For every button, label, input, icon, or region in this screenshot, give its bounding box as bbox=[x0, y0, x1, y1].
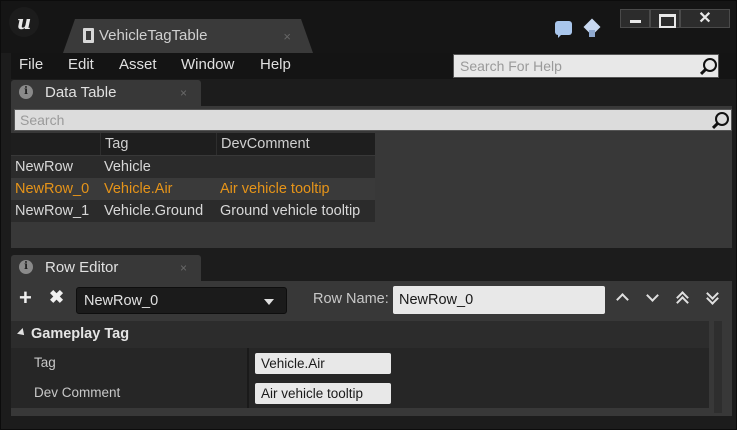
menu-file[interactable]: File bbox=[19, 56, 43, 73]
learn-tutorial-icon[interactable] bbox=[584, 19, 606, 37]
table-cell-tag: Vehicle.Air bbox=[104, 181, 173, 197]
unreal-logo-icon[interactable]: u bbox=[9, 7, 39, 37]
table-row-selected[interactable]: NewRow_0 Vehicle.Air Air vehicle tooltip bbox=[11, 178, 375, 200]
table-cell-row-name: NewRow_0 bbox=[15, 181, 90, 197]
property-scrollbar[interactable] bbox=[714, 321, 722, 413]
category-label: Gameplay Tag bbox=[31, 326, 130, 342]
property-row-tag: Tag bbox=[11, 348, 709, 378]
data-table-search-box bbox=[14, 109, 732, 131]
property-label: Tag bbox=[34, 355, 56, 370]
document-tab[interactable]: VehicleTagTable × bbox=[63, 19, 313, 53]
table-cell-row-name: NewRow_1 bbox=[15, 203, 90, 219]
collapse-arrow-icon bbox=[17, 328, 27, 338]
table-cell-tag: Vehicle bbox=[104, 159, 151, 175]
tab-row-editor-close-icon[interactable]: × bbox=[180, 261, 187, 275]
minimize-button[interactable] bbox=[620, 9, 650, 28]
table-cell-devcomment: Ground vehicle tooltip bbox=[220, 203, 361, 219]
tab-data-table-label: Data Table bbox=[45, 84, 117, 101]
row-name-label: Row Name: bbox=[313, 291, 389, 307]
move-row-top-button[interactable] bbox=[675, 290, 691, 309]
chevron-down-icon bbox=[264, 299, 274, 305]
table-cell-tag: Vehicle.Ground bbox=[104, 203, 204, 219]
tab-row-editor-label: Row Editor bbox=[45, 259, 119, 276]
menu-help[interactable]: Help bbox=[260, 56, 291, 73]
column-header-devcomment[interactable]: DevComment bbox=[216, 133, 375, 155]
row-editor-toolbar: + ✖ NewRow_0 Row Name: bbox=[11, 281, 732, 317]
move-row-down-button[interactable] bbox=[645, 289, 661, 306]
document-tab-label: VehicleTagTable bbox=[99, 27, 208, 44]
close-window-button[interactable]: ✕ bbox=[680, 9, 730, 28]
table-cell-devcomment: Air vehicle tooltip bbox=[220, 181, 330, 197]
tab-data-table-close-icon[interactable]: × bbox=[180, 86, 187, 100]
category-gameplay-tag[interactable]: Gameplay Tag bbox=[11, 321, 709, 348]
property-label: Dev Comment bbox=[34, 385, 121, 400]
row-select-value: NewRow_0 bbox=[84, 293, 159, 309]
title-bar[interactable]: u VehicleTagTable × ✕ bbox=[1, 1, 736, 53]
row-editor-panel: + ✖ NewRow_0 Row Name: Gameplay Tag Tag bbox=[11, 281, 732, 416]
property-row-dev-comment: Dev Comment bbox=[11, 378, 709, 408]
column-splitter[interactable] bbox=[247, 378, 249, 408]
move-row-up-button[interactable] bbox=[615, 290, 631, 306]
datatable-asset-icon bbox=[83, 28, 94, 43]
feedback-chat-icon[interactable] bbox=[555, 21, 572, 38]
column-header-row-name[interactable] bbox=[11, 133, 100, 155]
info-icon: i bbox=[19, 260, 33, 274]
menu-window[interactable]: Window bbox=[181, 56, 234, 73]
row-name-input[interactable] bbox=[393, 286, 605, 314]
search-icon[interactable] bbox=[699, 58, 717, 75]
data-table-search-input[interactable] bbox=[15, 110, 705, 130]
add-row-button[interactable]: + bbox=[19, 285, 32, 311]
document-tab-close-icon[interactable]: × bbox=[283, 29, 291, 44]
dev-comment-value-field[interactable] bbox=[255, 383, 391, 404]
move-row-bottom-button[interactable] bbox=[705, 287, 721, 306]
table-row[interactable]: NewRow_1 Vehicle.Ground Ground vehicle t… bbox=[11, 200, 375, 222]
column-header-tag[interactable]: Tag bbox=[100, 133, 216, 155]
chevron-down-icon bbox=[646, 289, 659, 302]
help-search-box bbox=[453, 54, 719, 78]
column-splitter[interactable] bbox=[247, 348, 249, 378]
maximize-button[interactable] bbox=[650, 9, 680, 28]
table-row[interactable]: NewRow Vehicle bbox=[11, 156, 375, 178]
table-header-row: Tag DevComment bbox=[11, 133, 375, 155]
table-cell-devcomment bbox=[216, 156, 375, 178]
data-table-panel: Tag DevComment NewRow Vehicle NewRow_0 V… bbox=[11, 106, 732, 248]
help-search-input[interactable] bbox=[454, 55, 694, 77]
chevron-up-icon bbox=[616, 293, 629, 306]
info-icon: i bbox=[19, 85, 33, 99]
table-cell-row-name: NewRow bbox=[15, 159, 74, 175]
tab-row-editor[interactable]: i Row Editor × bbox=[11, 255, 201, 281]
editor-window: u VehicleTagTable × ✕ File Edit Asset Wi… bbox=[0, 0, 737, 430]
menu-bar: File Edit Asset Window Help bbox=[11, 53, 736, 79]
menu-asset[interactable]: Asset bbox=[119, 56, 157, 73]
tab-data-table[interactable]: i Data Table × bbox=[11, 80, 201, 106]
search-icon[interactable] bbox=[711, 112, 729, 129]
menu-edit[interactable]: Edit bbox=[68, 56, 94, 73]
tag-value-field[interactable] bbox=[255, 353, 391, 374]
row-select-dropdown[interactable]: NewRow_0 bbox=[76, 287, 287, 314]
remove-row-button[interactable]: ✖ bbox=[49, 287, 64, 308]
property-list: Tag Dev Comment bbox=[11, 348, 709, 408]
